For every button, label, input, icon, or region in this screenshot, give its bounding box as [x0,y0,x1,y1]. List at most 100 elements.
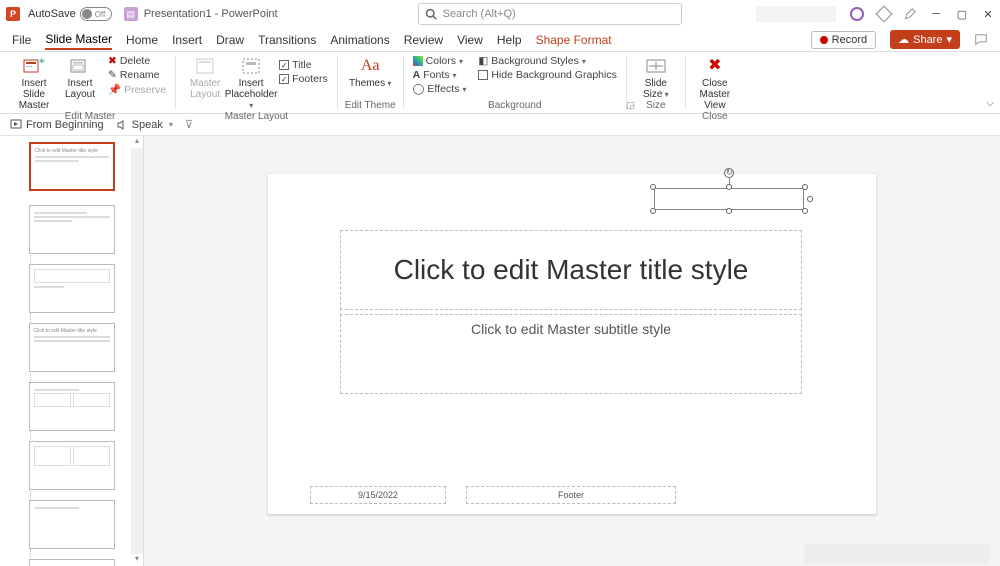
layout-thumbnail[interactable] [29,500,115,549]
group-label-close: Close [702,111,728,124]
insert-slide-master-button[interactable]: ✶ Insert Slide Master [12,54,56,111]
insert-placeholder-label: Insert Placeholder [225,78,278,111]
tab-insert[interactable]: Insert [172,31,202,49]
tab-help[interactable]: Help [497,31,522,49]
title-placeholder-text: Click to edit Master title style [394,254,749,286]
thumbnail-pane[interactable]: Click to edit Master title style Click t… [0,136,144,566]
group-edit-master: ✶ Insert Slide Master Insert Layout ✖Del… [8,52,172,113]
colors-label: Colors [426,55,456,67]
tab-animations[interactable]: Animations [330,31,389,49]
layout-thumbnail[interactable] [29,264,115,313]
master-thumbnail[interactable]: Click to edit Master title style [29,142,115,191]
delete-button[interactable]: ✖Delete [106,54,168,68]
master-layout-label: Master Layout [183,78,227,100]
quick-access-bar: From Beginning Speak▾ ⊽ [0,114,1000,136]
slide-size-label: Slide Size [634,78,678,100]
group-label-edit-master: Edit Master [65,111,116,124]
autosave-state: Off [95,10,106,19]
insert-placeholder-button[interactable]: Insert Placeholder [229,54,273,111]
hide-bg-checkbox[interactable]: Hide Background Graphics [476,68,618,82]
speak-button[interactable]: Speak▾ [116,119,173,131]
close-button[interactable]: ✕ [982,8,994,20]
collapse-ribbon-icon[interactable]: ⌵ [986,98,994,109]
effects-button[interactable]: ◯Effects [411,82,469,96]
themes-button[interactable]: Aa Themes [348,54,392,89]
maximize-button[interactable]: ▢ [956,8,968,20]
date-placeholder[interactable]: 9/15/2022 [310,486,446,504]
colors-button[interactable]: Colors [411,54,469,68]
hide-bg-label: Hide Background Graphics [491,69,616,81]
close-master-button[interactable]: ✖ Close Master View [693,54,737,111]
subtitle-placeholder[interactable]: Click to edit Master subtitle style [340,314,802,394]
group-close: ✖ Close Master View Close [689,52,741,113]
tab-file[interactable]: File [12,31,31,49]
layout-thumbnail[interactable]: Click to edit Master title style [29,323,115,372]
footers-checkbox[interactable]: ✓Footers [277,72,330,86]
slide-canvas-area[interactable]: Click to edit Master title style Click t… [144,136,1000,566]
date-placeholder-text: 9/15/2022 [358,490,398,500]
minimize-button[interactable]: ─ [930,8,942,20]
layout-thumbnail[interactable] [29,441,115,490]
bg-styles-button[interactable]: ◧Background Styles [476,54,618,68]
layout-thumbnail[interactable] [29,382,115,431]
resize-handle[interactable] [726,208,732,214]
tab-slide-master[interactable]: Slide Master [45,30,112,50]
insert-slide-master-label: Insert Slide Master [12,78,56,111]
resize-handle[interactable] [726,184,732,190]
document-title: Presentation1 - PowerPoint [144,8,278,20]
tab-view[interactable]: View [457,31,483,49]
group-edit-theme: Aa Themes Edit Theme [341,52,400,113]
insert-layout-label: Insert Layout [58,78,102,100]
thumb-master-text: Click to edit Master title style [35,148,109,154]
title-chk-label: Title [292,59,311,71]
layout-thumbnail[interactable] [29,205,115,254]
title-placeholder[interactable]: Click to edit Master title style [340,230,802,310]
preserve-button[interactable]: 📌Preserve [106,82,168,97]
record-label: Record [832,34,867,46]
pen-icon[interactable] [904,8,916,20]
tab-home[interactable]: Home [126,31,158,49]
speak-label: Speak [132,119,163,131]
rename-button[interactable]: ✎Rename [106,68,168,82]
share-button[interactable]: ☁ Share ▾ [890,30,960,49]
master-layout-button: Master Layout [183,54,227,100]
slide-master[interactable]: Click to edit Master title style Click t… [268,174,876,514]
account-icon[interactable] [850,7,864,21]
search-input[interactable]: Search (Alt+Q) [418,3,682,25]
group-label-size: Size [646,100,665,113]
resize-handle[interactable] [650,208,656,214]
title-checkbox[interactable]: ✓Title [277,58,330,72]
thumb-text: Click to edit Master title style [34,328,110,334]
thumb-scrollbar[interactable]: ▴▾ [131,136,143,566]
record-button[interactable]: Record [811,31,876,49]
tab-draw[interactable]: Draw [216,31,244,49]
tab-transitions[interactable]: Transitions [258,31,316,49]
delete-label: Delete [120,55,150,67]
slide-size-button[interactable]: Slide Size [634,54,678,100]
resize-handle[interactable] [802,208,808,214]
selected-placeholder-shape[interactable] [654,188,804,210]
themes-label: Themes [349,78,391,89]
fonts-button[interactable]: AFonts [411,68,469,82]
insert-layout-button[interactable]: Insert Layout [58,54,102,100]
footer-placeholder[interactable]: Footer [466,486,676,504]
resize-handle[interactable] [802,184,808,190]
fonts-label: Fonts [423,69,449,81]
tab-shape-format[interactable]: Shape Format [536,31,612,49]
layout-thumbnail[interactable] [29,559,115,566]
svg-text:✶: ✶ [38,57,45,66]
comments-icon[interactable] [974,33,988,47]
search-placeholder: Search (Alt+Q) [443,8,516,20]
tab-review[interactable]: Review [404,31,443,49]
titlebar: P AutoSave Off ▤ Presentation1 - PowerPo… [0,0,1000,28]
resize-handle[interactable] [650,184,656,190]
autosave-label: AutoSave [28,8,76,20]
close-master-label: Close Master View [693,78,737,111]
coming-soon-icon[interactable] [876,6,893,23]
save-icon[interactable]: ▤ [124,7,138,21]
group-label-edit-theme: Edit Theme [345,100,396,113]
autosave-toggle[interactable]: Off [80,7,112,21]
account-placeholder [756,6,836,22]
group-background: Colors AFonts ◯Effects ◧Background Style… [407,52,623,113]
resize-handle[interactable] [807,196,813,202]
